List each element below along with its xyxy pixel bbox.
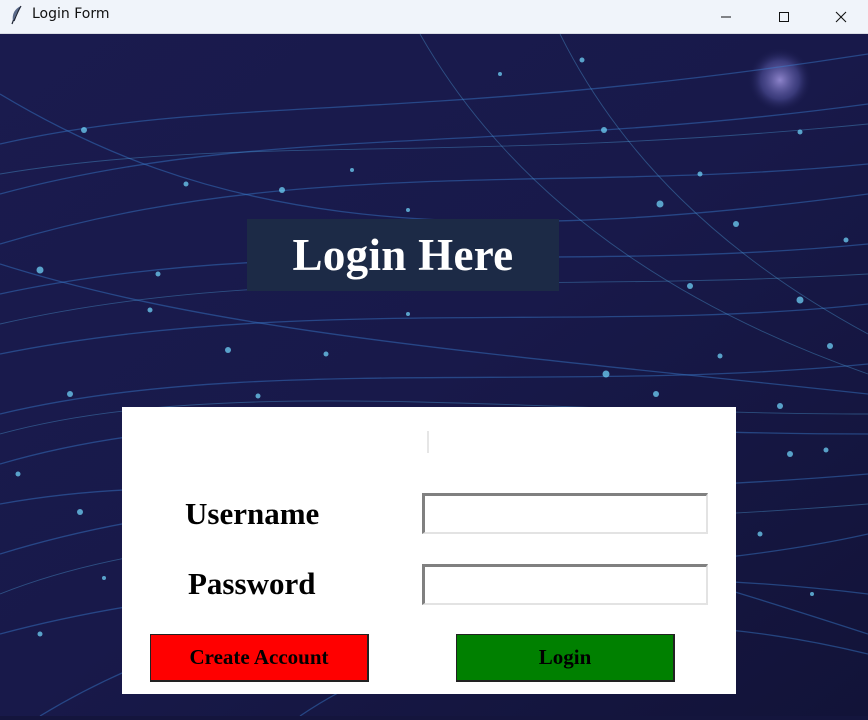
title-bar: Login Form xyxy=(0,0,868,34)
minimize-icon xyxy=(721,16,731,17)
login-form-panel: Username Password Create Account Login xyxy=(122,407,736,694)
close-icon xyxy=(835,11,846,22)
minimize-button[interactable] xyxy=(697,0,755,33)
close-button[interactable] xyxy=(813,0,868,33)
divider xyxy=(427,431,429,453)
create-account-button[interactable]: Create Account xyxy=(150,634,369,682)
feather-icon xyxy=(9,5,25,25)
login-button[interactable]: Login xyxy=(456,634,675,682)
maximize-icon xyxy=(779,11,789,22)
username-label: Username xyxy=(185,496,320,531)
heading-box: Login Here xyxy=(247,219,559,291)
username-input[interactable] xyxy=(422,493,708,534)
password-label: Password xyxy=(188,566,316,601)
maximize-button[interactable] xyxy=(755,0,813,33)
password-input[interactable] xyxy=(422,564,708,605)
page-title: Login Here xyxy=(292,230,514,280)
window-title: Login Form xyxy=(32,6,110,22)
